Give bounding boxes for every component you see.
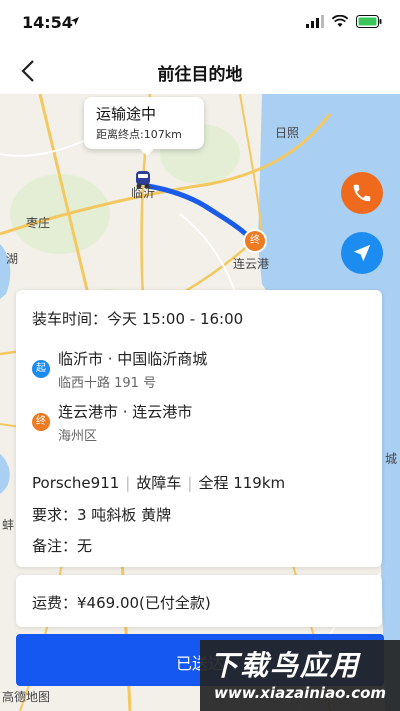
start-city: 临沂市 · 中国临沂商城 bbox=[58, 350, 208, 368]
end-marker[interactable]: 终 bbox=[245, 231, 265, 251]
navigation-arrow-icon bbox=[353, 244, 371, 262]
call-button[interactable] bbox=[341, 172, 383, 214]
vehicle-model: Porsche911 bbox=[32, 474, 120, 492]
start-badge: 起 bbox=[32, 360, 50, 378]
vehicle-type: 故障车 bbox=[136, 474, 182, 492]
locate-button[interactable] bbox=[341, 232, 383, 274]
page-title: 前往目的地 bbox=[157, 65, 243, 85]
map-label-zaozhuang: 枣庄 bbox=[26, 216, 51, 230]
location-arrow-icon bbox=[71, 17, 79, 25]
end-address: 海州区 bbox=[58, 429, 98, 444]
map-brand: 高德地图 bbox=[2, 690, 51, 704]
map-label-city: 城 bbox=[385, 452, 398, 466]
wifi-icon bbox=[332, 14, 348, 27]
route-line bbox=[145, 183, 251, 239]
truck-icon bbox=[136, 171, 150, 189]
battery-icon bbox=[356, 14, 382, 28]
transport-status: 运输途中 bbox=[96, 105, 157, 123]
watermark: 下载鸟应用 www.xiazainiao.com bbox=[200, 640, 400, 711]
vehicle-info: Porsche911 | 故障车 | 全程 119km bbox=[32, 474, 286, 492]
total-distance: 全程 119km bbox=[198, 474, 286, 492]
truck-marker[interactable] bbox=[131, 168, 155, 190]
lake-area bbox=[0, 454, 10, 494]
status-bar: 14:54 bbox=[0, 0, 400, 48]
signal-icon bbox=[306, 15, 324, 28]
order-card: 装车时间：今天 15:00 - 16:00 起 临沂市 · 中国临沂商城 临西十… bbox=[16, 290, 382, 567]
status-time: 14:54 bbox=[22, 13, 73, 32]
green-area bbox=[10, 174, 110, 254]
map-label-rizhao: 日照 bbox=[275, 126, 300, 140]
phone-icon bbox=[353, 184, 371, 202]
navigation-bar: 前往目的地 bbox=[0, 48, 400, 94]
watermark-title: 下载鸟应用 bbox=[210, 649, 361, 682]
map-label-bengbu: 蚌 bbox=[2, 518, 15, 532]
map-label-lake: 湖 bbox=[6, 252, 19, 266]
map-label-lianyungang: 连云港 bbox=[233, 257, 270, 271]
note: 备注：无 bbox=[32, 537, 93, 555]
watermark-url: www.xiazainiao.com bbox=[214, 684, 387, 702]
transport-status-bubble: 运输途中 距离终点:107km bbox=[84, 97, 204, 156]
start-address: 临西十路 191 号 bbox=[58, 376, 157, 391]
fee-card: 运费：¥469.00(已付全款) bbox=[16, 575, 382, 627]
end-city: 连云港市 · 连云港市 bbox=[58, 403, 193, 421]
remaining-distance: 距离终点:107km bbox=[96, 128, 182, 141]
end-badge: 终 bbox=[32, 413, 50, 431]
load-time: 装车时间：今天 15:00 - 16:00 bbox=[32, 310, 244, 328]
requirement: 要求：3 吨斜板 黄牌 bbox=[32, 506, 172, 524]
fee-text: 运费：¥469.00(已付全款) bbox=[32, 594, 211, 612]
